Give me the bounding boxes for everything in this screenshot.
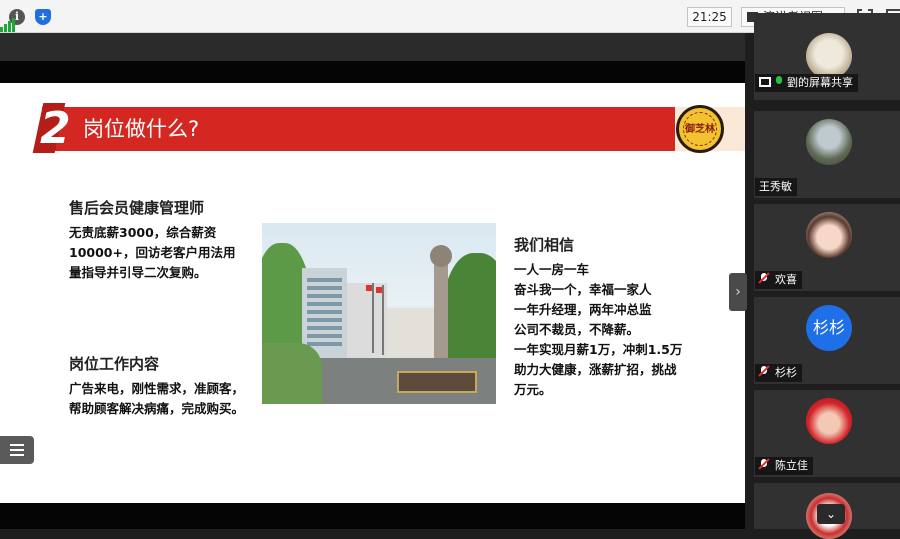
screen-share-icon xyxy=(759,77,771,87)
participant-name: 陈立佳 xyxy=(775,459,808,472)
role-description: 无责底薪3000，综合薪资10000+，回访老客户用法用量指导并引导二次复购。 xyxy=(69,225,236,280)
mic-muted-icon xyxy=(758,458,770,470)
duty-description: 广告来电，刚性需求，准顾客，帮助顾客解决病痛，完成购买。 xyxy=(69,381,245,416)
company-building-photo xyxy=(262,223,496,404)
letterbox-top xyxy=(0,61,745,83)
belief-list: 一人一房一车 奋斗我一个，幸福一家人 一年升经理，两年冲总监 公司不裁员，不降薪… xyxy=(514,260,689,400)
meeting-timer: 21:25 xyxy=(687,7,732,27)
avatar xyxy=(806,119,852,165)
belief-line: 一年实现月薪1万，冲刺1.5万 xyxy=(514,342,683,357)
participant-tile[interactable]: 杉杉 杉杉 xyxy=(754,297,900,384)
duty-title: 岗位工作内容 xyxy=(69,355,160,373)
mic-muted-icon xyxy=(758,272,770,284)
participant-name: 王秀敏 xyxy=(759,180,792,193)
participant-name-tag: 欢喜 xyxy=(755,271,802,289)
participant-name-tag: 王秀敏 xyxy=(755,178,797,196)
shared-screen: 2 岗位做什么? 御芝林 售后会员健康管理师 无责底薪3000，综合薪资1000… xyxy=(0,33,745,529)
slide-number: 2 xyxy=(40,103,71,154)
participant-tile[interactable]: 陈立佳 xyxy=(754,390,900,477)
chevron-right-icon: › xyxy=(735,284,741,300)
participant-name-tag: 劉的屏幕共享 xyxy=(755,74,858,92)
avatar xyxy=(806,33,852,79)
participant-panel: 劉的屏幕共享 王秀敏 欢喜 杉杉 杉杉 陈立佳 xyxy=(752,13,900,539)
participant-tile[interactable]: 王秀敏 xyxy=(754,111,900,198)
participant-name-tag: 杉杉 xyxy=(755,364,802,382)
belief-line: 一人一房一车 xyxy=(514,262,590,277)
belief-line: 奋斗我一个，幸福一家人 xyxy=(514,282,652,297)
slide-title: 岗位做什么? xyxy=(83,117,200,141)
shield-icon[interactable]: + xyxy=(35,9,51,25)
scroll-down-button[interactable]: ⌄ xyxy=(817,504,845,524)
chevron-down-icon: ⌄ xyxy=(825,507,837,521)
company-logo: 御芝林 xyxy=(676,105,724,153)
mic-icon xyxy=(775,76,783,87)
belief-line: 一年升经理，两年冲总监 xyxy=(514,302,652,317)
participant-name: 劉的屏幕共享 xyxy=(787,76,853,89)
logo-text: 御芝林 xyxy=(685,124,715,135)
presentation-slide: 2 岗位做什么? 御芝林 售后会员健康管理师 无责底薪3000，综合薪资1000… xyxy=(0,83,745,503)
participant-tile[interactable]: 劉的屏幕共享 xyxy=(754,13,900,100)
avatar xyxy=(806,398,852,444)
belief-line: 万元。 xyxy=(514,382,552,397)
role-title: 售后会员健康管理师 xyxy=(69,199,205,217)
participant-name: 杉杉 xyxy=(775,366,797,379)
collapse-panel-button[interactable]: › xyxy=(729,273,747,311)
avatar-initials: 杉杉 xyxy=(806,305,852,351)
avatar xyxy=(806,212,852,258)
menu-list-button[interactable] xyxy=(0,436,34,464)
letterbox-bottom xyxy=(0,503,745,529)
belief-line: 公司不裁员，不降薪。 xyxy=(514,322,640,337)
participant-name-tag: 陈立佳 xyxy=(755,457,813,475)
belief-title: 我们相信 xyxy=(514,236,575,254)
belief-line: 助力大健康，涨薪扩招，挑战 xyxy=(514,362,677,377)
participant-name: 欢喜 xyxy=(775,273,797,286)
mic-muted-icon xyxy=(758,365,770,377)
participant-tile[interactable]: 欢喜 xyxy=(754,204,900,291)
